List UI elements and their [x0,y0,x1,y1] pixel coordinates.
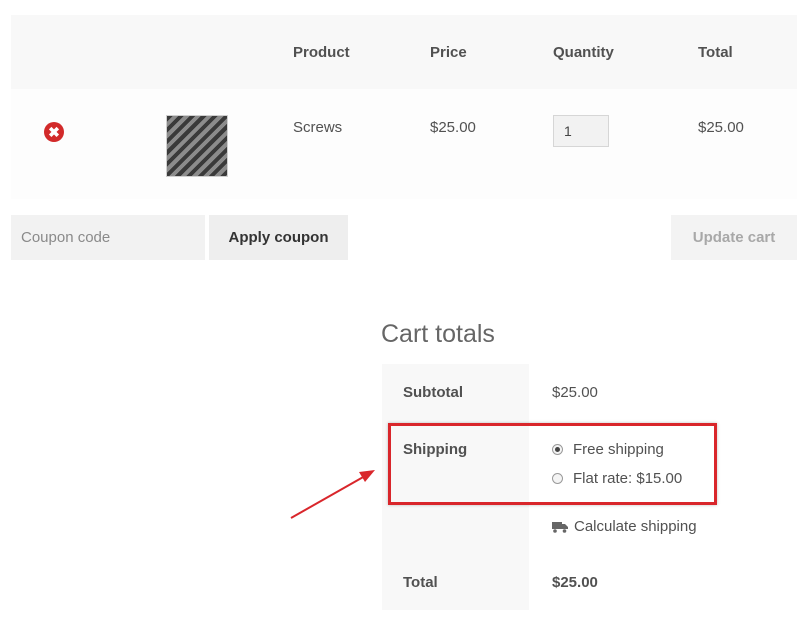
apply-coupon-button[interactable]: Apply coupon [209,215,348,260]
header-product: Product [293,44,350,61]
update-cart-button[interactable]: Update cart [671,215,797,260]
coupon-code-input[interactable] [11,215,205,260]
cart-totals-title: Cart totals [381,320,495,348]
header-price: Price [430,44,467,61]
radio-selected-icon[interactable] [552,444,563,455]
shipping-option-flat-rate[interactable]: Flat rate: $15.00 [552,470,682,487]
cart-totals-table: Subtotal $25.00 Shipping Free shipping F… [382,364,797,610]
item-total: $25.00 [698,119,744,136]
radio-unselected-icon[interactable] [552,473,563,484]
cart-table: Product Price Quantity Total ✖ Screws $2… [11,15,797,199]
calculate-shipping-link[interactable]: Calculate shipping [552,518,697,535]
truck-icon [552,521,568,533]
header-total: Total [698,44,733,61]
annotation-arrow-icon [290,470,375,519]
product-name-link[interactable]: Screws [293,119,342,136]
total-label: Total [403,574,438,591]
total-value: $25.00 [552,574,598,591]
shipping-label: Shipping [403,441,468,458]
shipping-option-label: Free shipping [573,441,664,458]
remove-item-icon[interactable]: ✖ [44,122,64,142]
shipping-option-free[interactable]: Free shipping [552,441,664,458]
cart-table-header: Product Price Quantity Total [11,15,797,89]
header-quantity: Quantity [553,44,614,61]
product-thumbnail[interactable] [166,115,228,177]
shipping-option-label: Flat rate: $15.00 [573,470,683,487]
subtotal-label: Subtotal [403,384,463,401]
item-price: $25.00 [430,119,476,136]
calculate-shipping-label: Calculate shipping [574,518,697,535]
quantity-input[interactable] [553,115,609,147]
cart-item-row: ✖ Screws $25.00 $25.00 [11,89,797,199]
subtotal-value: $25.00 [552,384,598,401]
